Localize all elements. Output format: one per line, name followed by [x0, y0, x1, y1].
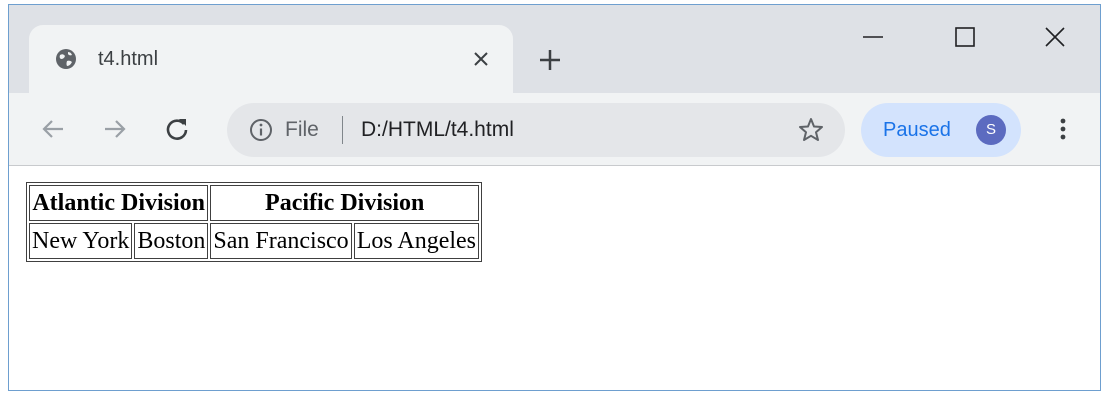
star-icon[interactable] — [797, 116, 825, 144]
back-arrow-icon[interactable] — [39, 115, 67, 143]
url-text[interactable]: D:/HTML/t4.html — [361, 117, 514, 143]
division-table: Atlantic Division Pacific Division New Y… — [26, 182, 483, 262]
close-window-icon[interactable] — [1041, 23, 1069, 51]
table-header-cell: Pacific Division — [210, 185, 480, 221]
browser-window: t4.html File D:/HTML/t4.html Paused S At… — [8, 4, 1101, 391]
table-cell: New York — [29, 223, 133, 259]
table-cell: San Francisco — [210, 223, 352, 259]
table-header-row: Atlantic Division Pacific Division — [29, 185, 480, 221]
avatar: S — [976, 115, 1006, 145]
toolbar: File D:/HTML/t4.html Paused S — [9, 93, 1100, 166]
maximize-icon[interactable] — [951, 23, 979, 51]
kebab-menu-icon[interactable] — [1049, 115, 1077, 143]
scheme-label: File — [285, 118, 319, 141]
profile-button[interactable]: Paused S — [861, 103, 1021, 157]
table-cell: Boston — [134, 223, 209, 259]
reload-icon[interactable] — [163, 115, 191, 143]
table-row: New York Boston San Francisco Los Angele… — [29, 223, 480, 259]
tab-strip: t4.html — [9, 5, 1100, 93]
forward-arrow-icon[interactable] — [101, 115, 129, 143]
info-icon[interactable] — [249, 118, 273, 142]
globe-icon — [56, 49, 76, 69]
page-content: Atlantic Division Pacific Division New Y… — [9, 166, 1100, 390]
table-cell: Los Angeles — [353, 223, 480, 259]
table-header-cell: Atlantic Division — [29, 185, 209, 221]
address-bar[interactable]: File D:/HTML/t4.html — [227, 103, 845, 157]
profile-status: Paused — [883, 119, 951, 141]
tab-title: t4.html — [98, 48, 159, 70]
plus-icon[interactable] — [537, 47, 563, 73]
address-divider — [342, 116, 343, 144]
tab-active[interactable]: t4.html — [29, 25, 513, 93]
close-icon[interactable] — [469, 47, 493, 71]
minimize-icon[interactable] — [859, 23, 887, 51]
